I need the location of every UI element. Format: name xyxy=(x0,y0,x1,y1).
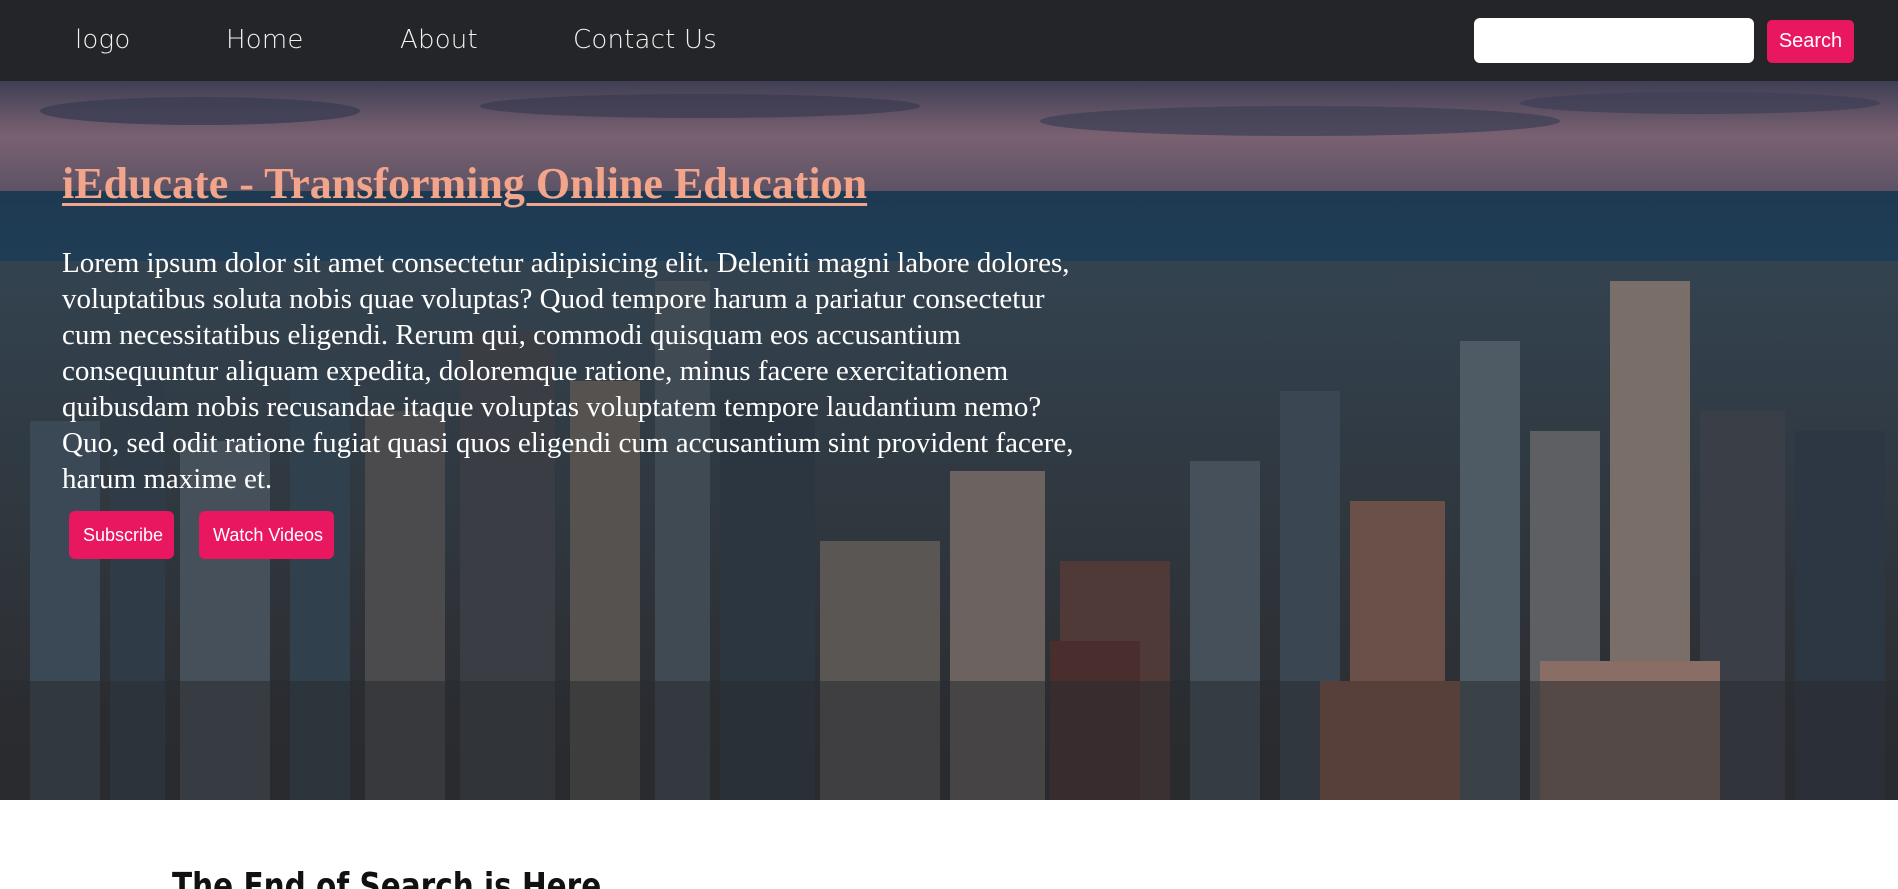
search-input[interactable] xyxy=(1474,18,1754,63)
hero-section: iEducate - Transforming Online Education… xyxy=(0,81,1898,800)
nav-link-contact-us[interactable]: Contact Us xyxy=(573,22,717,58)
subscribe-button[interactable]: Subscribe xyxy=(69,511,174,559)
hero-description: Lorem ipsum dolor sit amet consectetur a… xyxy=(62,247,1074,495)
nav-link-home[interactable]: Home xyxy=(226,22,304,58)
section-heading: The End of Search is Here xyxy=(172,866,602,889)
hero-title[interactable]: iEducate - Transforming Online Education xyxy=(62,158,867,209)
logo-link[interactable]: logo xyxy=(75,22,130,58)
search-button[interactable]: Search xyxy=(1767,20,1854,63)
nav-link-about[interactable]: About xyxy=(400,22,478,58)
navbar: logo Home About Contact Us Search xyxy=(0,0,1898,81)
watch-videos-button[interactable]: Watch Videos xyxy=(199,511,334,559)
